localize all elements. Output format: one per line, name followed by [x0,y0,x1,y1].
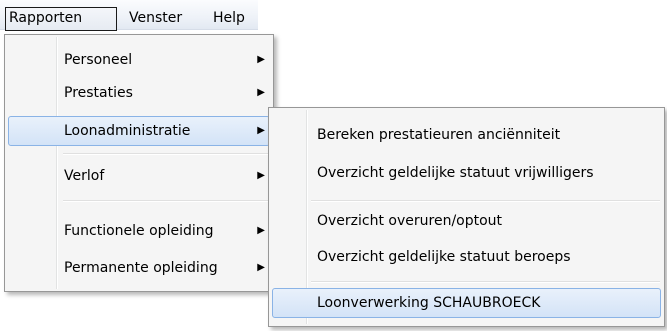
menu-item-permanente-opleiding[interactable]: Permanente opleiding ▶ [8,253,270,283]
rapporten-dropdown: Personeel ▶ Prestaties ▶ Loonadministrat… [4,34,274,292]
menu-item-overzicht-overuren[interactable]: Overzicht overuren/optout [272,206,661,236]
menu-item-label: Personeel [64,52,133,68]
menu-item-functionele-opleiding[interactable]: Functionele opleiding ▶ [8,216,270,246]
menu-help[interactable]: Help [209,7,257,31]
menu-item-label: Overzicht overuren/optout [317,213,503,229]
menu-item-label: Loonverwerking SCHAUBROECK [317,295,541,311]
submenu-arrow-icon: ▶ [257,170,265,181]
menu-item-label: Loonadministratie [64,123,191,139]
menu-separator [63,153,269,155]
menu-item-prestaties[interactable]: Prestaties ▶ [8,78,270,108]
submenu-arrow-icon: ▶ [257,225,265,236]
menu-separator [311,281,660,283]
menu-item-label: Permanente opleiding [64,260,218,276]
menu-rapporten[interactable]: Rapporten [5,7,117,31]
menu-item-label: Bereken prestatieuren anciënniteit [317,127,561,143]
menu-item-loonadministratie[interactable]: Loonadministratie ▶ [8,116,270,146]
menu-item-bereken-prestatieuren[interactable]: Bereken prestatieuren anciënniteit [272,120,661,150]
menu-item-label: Overzicht geldelijke statuut beroeps [317,249,571,265]
loonadministratie-submenu: Bereken prestatieuren anciënniteit Overz… [268,107,665,327]
submenu-arrow-icon: ▶ [257,87,265,98]
menu-item-label: Overzicht geldelijke statuut vrijwillige… [317,165,594,181]
menu-item-overzicht-statuut-beroeps[interactable]: Overzicht geldelijke statuut beroeps [272,242,661,272]
menu-venster[interactable]: Venster [125,7,205,31]
submenu-arrow-icon: ▶ [257,262,265,273]
menu-item-overzicht-statuut-vrijwilligers[interactable]: Overzicht geldelijke statuut vrijwillige… [272,158,661,188]
submenu-arrow-icon: ▶ [257,54,265,65]
submenu-arrow-icon: ▶ [257,125,265,136]
menu-item-label: Functionele opleiding [64,223,214,239]
menu-bar: Rapporten Venster Help [0,0,258,31]
application-window: Rapporten Venster Help Personeel ▶ Prest… [0,0,667,331]
menu-separator [63,200,269,202]
menu-item-personeel[interactable]: Personeel ▶ [8,45,270,75]
menu-item-label: Prestaties [64,85,133,101]
menu-separator [311,200,660,202]
menu-item-loonverwerking-schaubroeck[interactable]: Loonverwerking SCHAUBROECK [272,288,661,318]
menu-item-label: Verlof [64,168,105,184]
menu-item-verlof[interactable]: Verlof ▶ [8,161,270,191]
